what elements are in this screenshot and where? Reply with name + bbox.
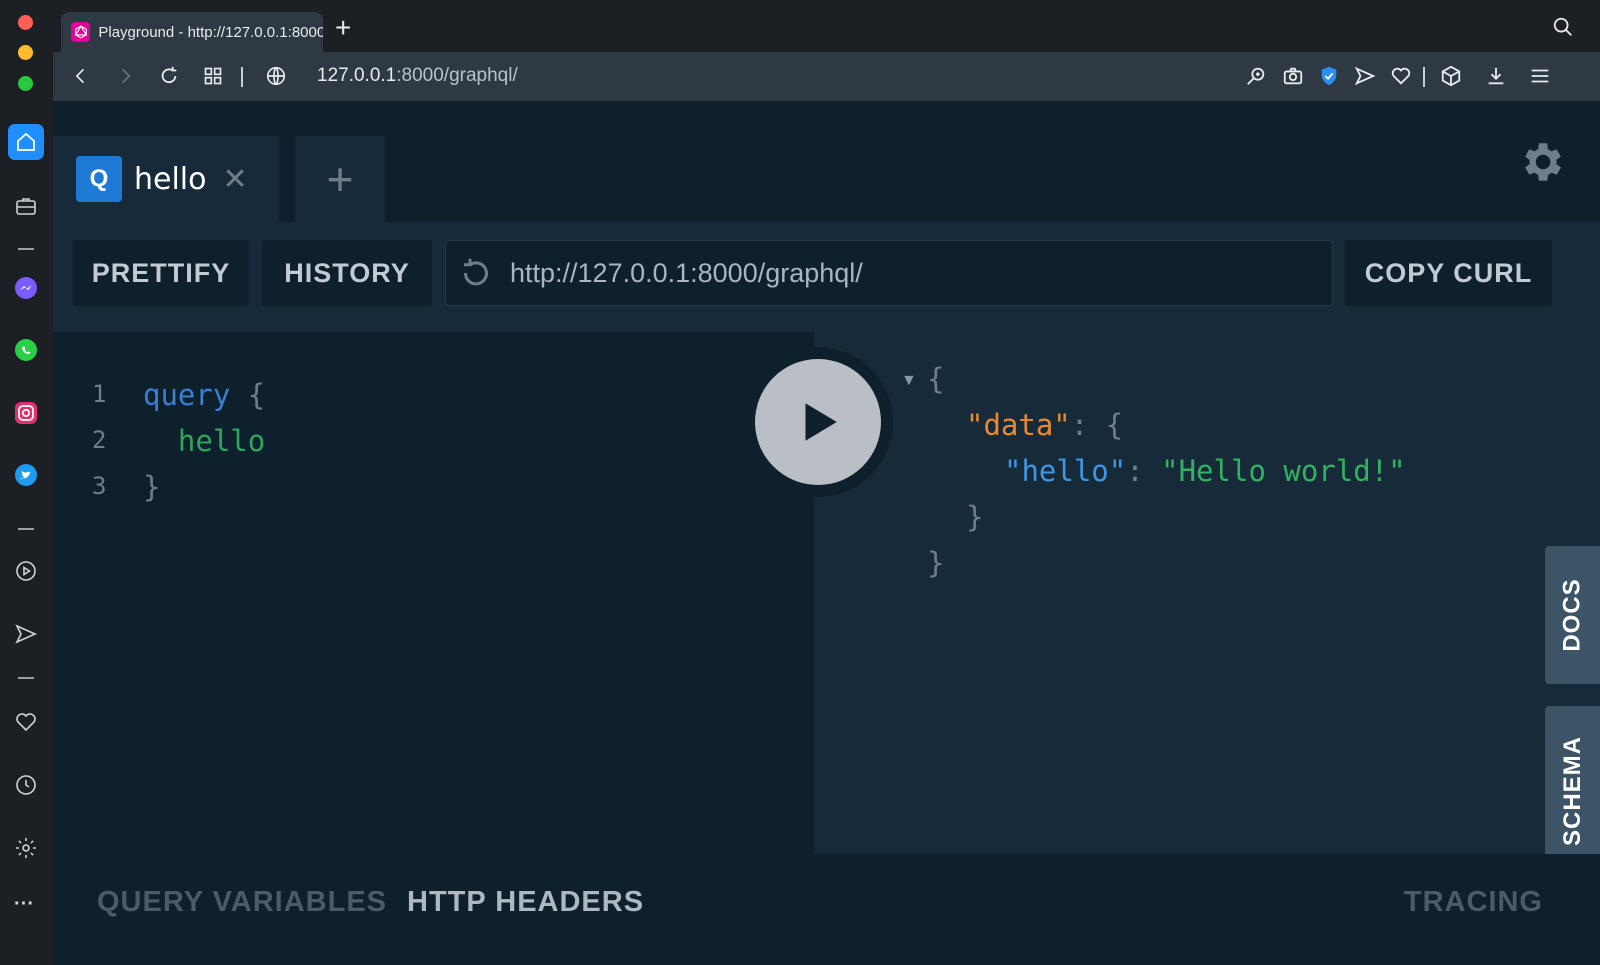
zoom-window-button[interactable] xyxy=(18,76,33,91)
search-icon[interactable] xyxy=(1552,16,1574,43)
query-badge: Q xyxy=(76,156,122,202)
docs-tab-label: DOCS xyxy=(1558,578,1586,652)
bottom-panel-bar: QUERY VARIABLES HTTP HEADERS TRACING xyxy=(53,854,1600,965)
result-hello-key: "hello" xyxy=(1004,454,1127,488)
box-icon[interactable] xyxy=(1439,64,1463,88)
result-data-key: "data" xyxy=(966,408,1071,442)
download-icon[interactable] xyxy=(1484,64,1508,88)
copy-curl-button[interactable]: COPY CURL xyxy=(1345,240,1552,306)
query-keyword: query xyxy=(143,378,231,412)
query-editor[interactable]: 1 2 3 query { hello } xyxy=(53,332,814,854)
history-button[interactable]: HISTORY xyxy=(262,240,432,306)
reload-icon[interactable] xyxy=(157,64,181,88)
speed-dial-icon[interactable] xyxy=(201,64,225,88)
back-icon[interactable] xyxy=(69,64,93,88)
tracing-tab[interactable]: TRACING xyxy=(1404,886,1543,919)
more-icon[interactable]: ··· xyxy=(14,893,34,916)
address-divider xyxy=(241,67,243,87)
close-window-button[interactable] xyxy=(18,15,33,30)
play-icon xyxy=(755,359,881,485)
zoom-search-icon[interactable] xyxy=(1244,64,1268,88)
player-icon[interactable] xyxy=(8,553,44,589)
query-line: query { xyxy=(143,378,265,412)
messenger-icon[interactable] xyxy=(8,270,44,306)
browser-sidebar: ··· xyxy=(0,0,53,965)
toolbar-divider xyxy=(1423,67,1425,87)
forward-icon[interactable] xyxy=(113,64,137,88)
query-tab-hello[interactable]: Q hello ✕ xyxy=(53,136,279,222)
browser-tab-strip: Playground - http://127.0.0.1:8000 + xyxy=(53,0,1600,52)
result-inner-close: } xyxy=(966,500,984,534)
shield-icon[interactable] xyxy=(1317,64,1341,88)
endpoint-input[interactable]: http://127.0.0.1:8000/graphql/ xyxy=(445,240,1333,306)
home-icon[interactable] xyxy=(8,124,44,160)
result-outer-close: } xyxy=(927,546,945,580)
sidebar-separator xyxy=(18,528,34,530)
result-viewer: ▼ { "data": { "hello": "Hello world!" } … xyxy=(814,332,1600,854)
settings-icon[interactable] xyxy=(8,830,44,866)
line-number: 2 xyxy=(92,426,107,454)
globe-icon[interactable] xyxy=(264,64,288,88)
query-field: hello xyxy=(143,424,266,458)
browser-tab-playground[interactable]: Playground - http://127.0.0.1:8000 xyxy=(61,12,323,52)
endpoint-url: http://127.0.0.1:8000/graphql/ xyxy=(510,257,863,288)
clock-icon[interactable] xyxy=(8,767,44,803)
menu-icon[interactable] xyxy=(1528,64,1552,88)
query-brace: { xyxy=(230,378,266,412)
query-tab-name: hello xyxy=(134,161,207,197)
twitter-icon[interactable] xyxy=(8,457,44,493)
docs-tab[interactable]: DOCS xyxy=(1545,546,1600,684)
graphql-logo-icon xyxy=(71,22,91,42)
result-open-brace: { xyxy=(927,362,945,396)
result-hello-value: "Hello world!" xyxy=(1161,454,1406,488)
send-icon[interactable] xyxy=(8,616,44,652)
heart-icon[interactable] xyxy=(1389,64,1413,88)
execute-query-button[interactable] xyxy=(743,347,893,497)
query-close-brace: } xyxy=(143,470,161,504)
refresh-schema-icon[interactable] xyxy=(458,255,494,291)
line-number: 3 xyxy=(92,472,107,500)
result-hello-line: "hello": "Hello world!" xyxy=(1004,454,1406,488)
new-tab-button[interactable]: + xyxy=(335,14,351,42)
sidebar-separator xyxy=(18,248,34,250)
url-field[interactable]: 127.0.0.1:8000/graphql/ xyxy=(317,65,518,87)
result-data-line: "data": { xyxy=(966,408,1124,442)
schema-tab-label: SCHEMA xyxy=(1558,735,1586,847)
http-headers-tab[interactable]: HTTP HEADERS xyxy=(407,886,644,919)
close-tab-icon[interactable]: ✕ xyxy=(223,162,248,197)
schema-tab[interactable]: SCHEMA xyxy=(1545,706,1600,876)
url-host: 127.0.0.1 xyxy=(317,65,397,86)
line-number: 1 xyxy=(92,380,107,408)
graphql-playground: Q hello ✕ + PRETTIFY HISTORY http://127.… xyxy=(53,101,1600,965)
address-bar: 127.0.0.1:8000/graphql/ xyxy=(53,52,1600,101)
send-icon[interactable] xyxy=(1353,64,1377,88)
query-variables-tab[interactable]: QUERY VARIABLES xyxy=(97,886,387,919)
settings-gear-icon[interactable] xyxy=(1516,137,1566,192)
briefcase-icon[interactable] xyxy=(8,188,44,224)
add-tab-button[interactable]: + xyxy=(295,136,385,222)
collapse-toggle-icon[interactable]: ▼ xyxy=(901,372,917,390)
playground-toolbar: PRETTIFY HISTORY http://127.0.0.1:8000/g… xyxy=(53,222,1600,332)
instagram-icon[interactable] xyxy=(8,395,44,431)
sidebar-separator xyxy=(18,677,34,679)
camera-icon[interactable] xyxy=(1281,64,1305,88)
minimize-window-button[interactable] xyxy=(18,45,33,60)
whatsapp-icon[interactable] xyxy=(8,332,44,368)
prettify-button[interactable]: PRETTIFY xyxy=(73,240,249,306)
heart-icon[interactable] xyxy=(8,704,44,740)
url-path: :8000/graphql/ xyxy=(396,65,518,86)
browser-tab-title: Playground - http://127.0.0.1:8000 xyxy=(98,23,323,41)
